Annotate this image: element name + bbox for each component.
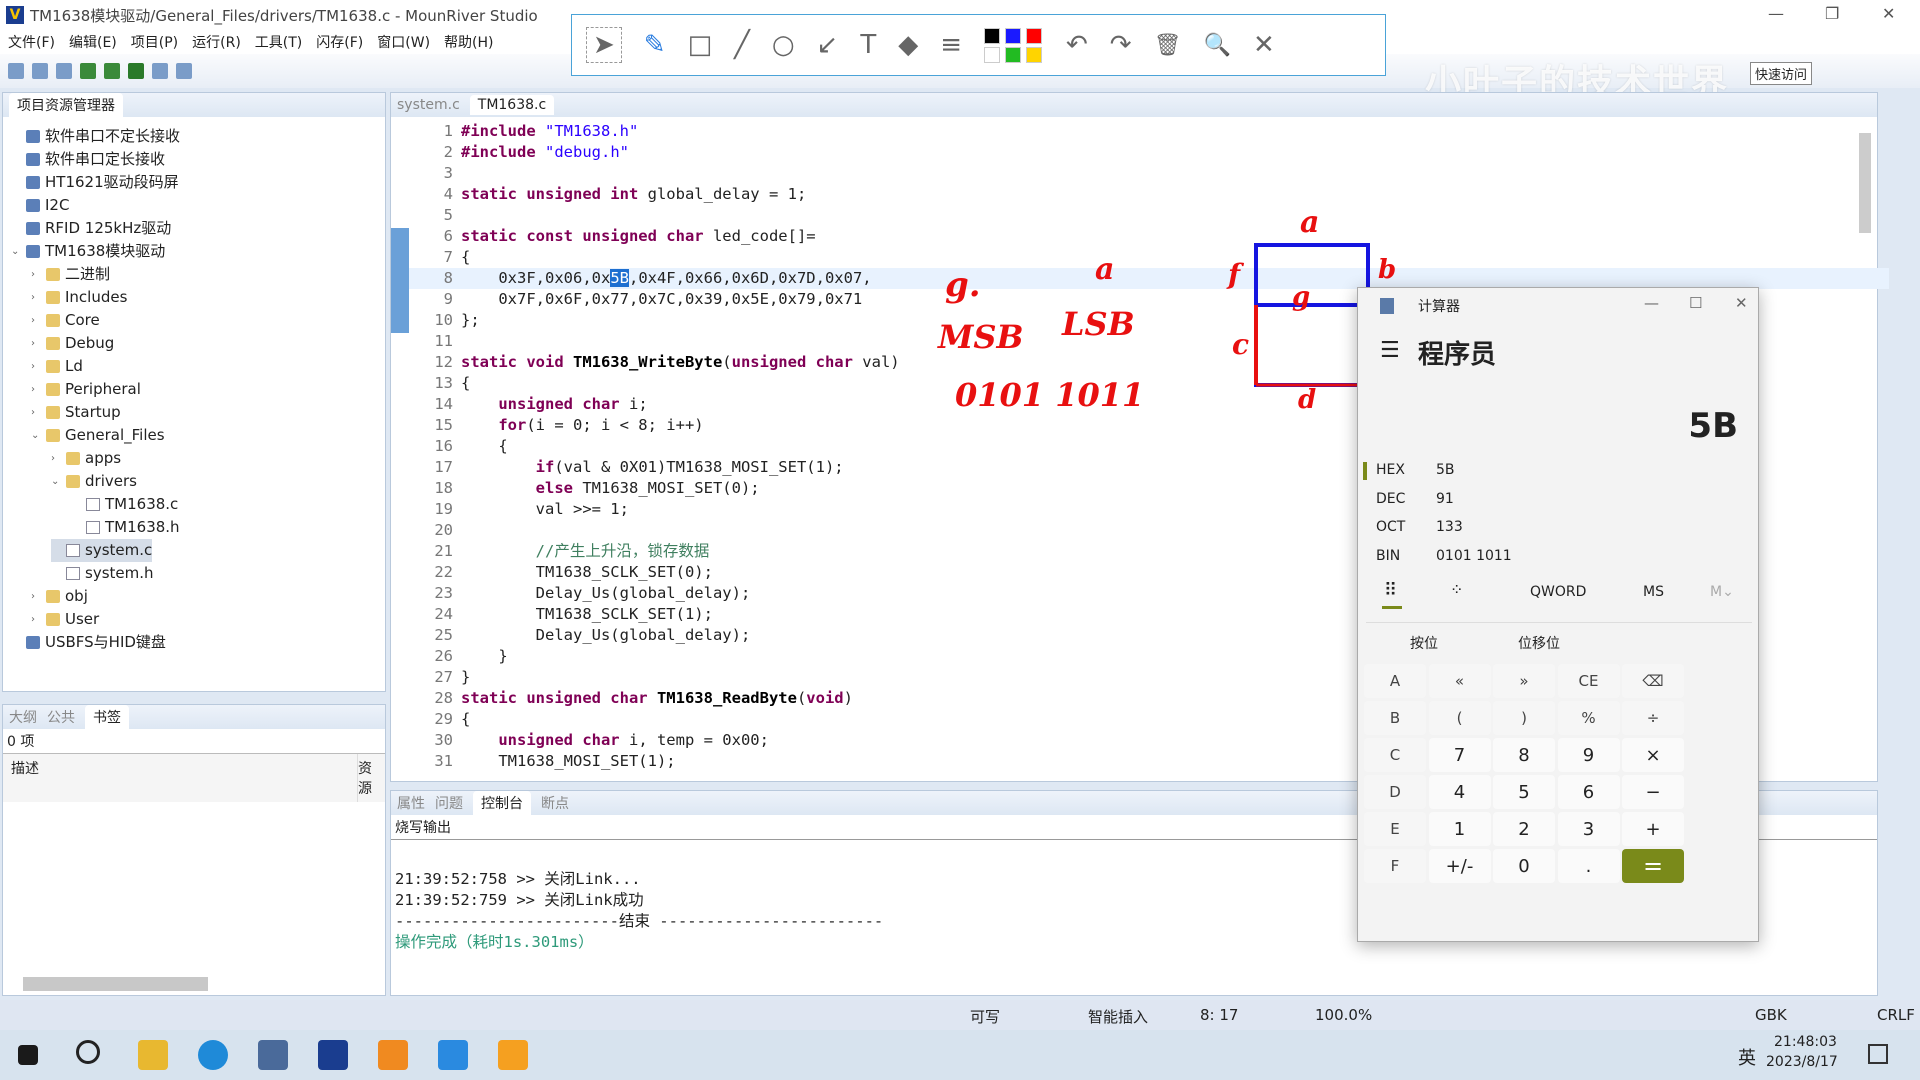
key-×[interactable]: × bbox=[1622, 738, 1684, 772]
word-size-button[interactable]: QWORD bbox=[1530, 584, 1586, 600]
calc-maximize-button[interactable]: ☐ bbox=[1689, 294, 1702, 312]
calc-minimize-button[interactable]: — bbox=[1644, 294, 1659, 312]
key-1[interactable]: 1 bbox=[1428, 812, 1491, 846]
segment-top-box bbox=[1254, 243, 1370, 307]
memory-store-button[interactable]: MS bbox=[1643, 584, 1664, 600]
calculator-mode: 程序员 bbox=[1418, 340, 1497, 370]
key-E[interactable]: E bbox=[1364, 812, 1426, 846]
seg-label-c: c bbox=[1232, 328, 1250, 361]
key-A[interactable]: A bbox=[1364, 664, 1426, 698]
seg-label-g: g bbox=[1292, 282, 1311, 312]
bit-shift-dropdown[interactable]: 位移位 bbox=[1518, 633, 1560, 653]
key-F[interactable]: F bbox=[1364, 849, 1426, 883]
key-⌫[interactable]: ⌫ bbox=[1622, 664, 1684, 698]
seg-label-a: a bbox=[1300, 205, 1320, 240]
divider bbox=[1366, 622, 1752, 623]
key-»[interactable]: » bbox=[1493, 664, 1555, 698]
key-+/-[interactable]: +/- bbox=[1428, 849, 1491, 883]
key-5[interactable]: 5 bbox=[1493, 775, 1555, 809]
radix-label: DEC bbox=[1376, 491, 1406, 507]
key-6[interactable]: 6 bbox=[1557, 775, 1620, 809]
note-g: g. bbox=[945, 265, 981, 305]
radix-label: HEX bbox=[1376, 462, 1405, 478]
bitwise-dropdown[interactable]: 按位 bbox=[1410, 633, 1438, 653]
seg-label-d: d bbox=[1298, 385, 1317, 415]
key-D[interactable]: D bbox=[1364, 775, 1426, 809]
hamburger-menu-icon[interactable]: ☰ bbox=[1380, 338, 1400, 363]
key-4[interactable]: 4 bbox=[1428, 775, 1491, 809]
note-lsb: LSB bbox=[1062, 305, 1135, 343]
note-msb: MSB bbox=[938, 318, 1024, 356]
full-keypad-icon[interactable]: ⠿ bbox=[1384, 580, 1397, 601]
seg-label-f: f bbox=[1228, 258, 1241, 291]
key-([interactable]: ( bbox=[1428, 701, 1491, 735]
hex-active-indicator bbox=[1363, 462, 1367, 480]
key-.[interactable]: . bbox=[1557, 849, 1620, 883]
calculator-icon bbox=[1380, 298, 1394, 314]
radix-bin[interactable]: BIN 0101 1011 bbox=[1376, 548, 1512, 564]
key-−[interactable]: − bbox=[1622, 775, 1684, 809]
key-CE[interactable]: CE bbox=[1557, 664, 1620, 698]
radix-value: 5B bbox=[1436, 462, 1455, 478]
keypad-active-indicator bbox=[1382, 606, 1402, 609]
key-8[interactable]: 8 bbox=[1493, 738, 1555, 772]
radix-value: 133 bbox=[1436, 519, 1463, 535]
radix-hex[interactable]: HEX 5B bbox=[1376, 462, 1455, 478]
radix-label: BIN bbox=[1376, 548, 1401, 564]
key-+[interactable]: + bbox=[1622, 812, 1684, 846]
radix-label: OCT bbox=[1376, 519, 1406, 535]
radix-oct[interactable]: OCT 133 bbox=[1376, 519, 1463, 535]
key-7[interactable]: 7 bbox=[1428, 738, 1491, 772]
key-C[interactable]: C bbox=[1364, 738, 1426, 772]
key-0[interactable]: 0 bbox=[1493, 849, 1555, 883]
key-B[interactable]: B bbox=[1364, 701, 1426, 735]
note-binary: 0101 1011 bbox=[955, 376, 1145, 414]
key-«[interactable]: « bbox=[1428, 664, 1491, 698]
key-2[interactable]: 2 bbox=[1493, 812, 1555, 846]
radix-dec[interactable]: DEC 91 bbox=[1376, 491, 1454, 507]
calculator-title: 计算器 bbox=[1418, 299, 1460, 315]
note-a: a bbox=[1095, 252, 1115, 287]
key-)[interactable]: ) bbox=[1493, 701, 1555, 735]
key-%[interactable]: % bbox=[1557, 701, 1620, 735]
key-9[interactable]: 9 bbox=[1557, 738, 1620, 772]
radix-value: 91 bbox=[1436, 491, 1454, 507]
bit-toggle-keypad-icon[interactable]: ⁘ bbox=[1450, 580, 1463, 599]
memory-list-button[interactable]: M⌄ bbox=[1710, 584, 1734, 600]
key-=[interactable]: = bbox=[1622, 849, 1684, 883]
seg-label-b: b bbox=[1378, 255, 1397, 285]
calculator-display: 5B bbox=[1688, 406, 1738, 446]
key-÷[interactable]: ÷ bbox=[1622, 701, 1684, 735]
radix-value: 0101 1011 bbox=[1436, 548, 1512, 564]
segment-bottom-box bbox=[1254, 303, 1370, 387]
calculator-window: 计算器 — ☐ ✕ ☰ 程序员 5B HEX 5B DEC 91 OCT 133 BI… bbox=[1357, 287, 1759, 942]
key-3[interactable]: 3 bbox=[1557, 812, 1620, 846]
calc-close-button[interactable]: ✕ bbox=[1735, 294, 1748, 312]
